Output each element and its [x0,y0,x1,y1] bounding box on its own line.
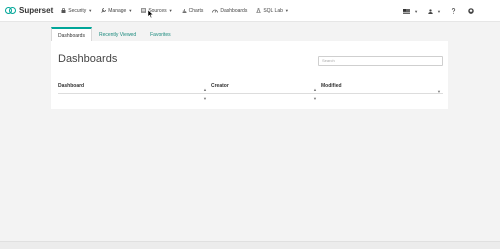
sort-icon[interactable]: ▲ ▼ [313,85,317,103]
nav-security-label: Security [68,7,87,14]
user-menu[interactable]: ▼ [428,9,441,14]
chevron-down-icon: ▼ [284,8,289,13]
tab-recently-viewed[interactable]: Recently Viewed [92,27,143,42]
chevron-down-icon: ▼ [437,8,441,14]
dashboards-panel: Dashboards Search Dashboard ▲ ▼ Creator ▲… [51,41,448,109]
nav-charts[interactable]: Charts [182,7,204,14]
chevron-down-icon: ▼ [414,8,419,14]
sort-desc-icon[interactable]: ▼ [437,87,441,96]
flask-icon [256,8,262,13]
flag-icon [403,8,411,14]
table-header: Dashboard ▲ ▼ Creator ▲ ▼ Modified ▼ [58,82,443,101]
nav-sql-lab-label: SQL Lab [263,7,283,14]
superset-logo-icon [5,7,16,14]
tab-favorites[interactable]: Favorites [143,27,178,42]
nav-dashboards-label: Dashboards [220,7,248,14]
top-navbar: Superset Security ▼ Manage ▼ Sources ▼ C… [0,0,500,22]
brand[interactable]: Superset [5,6,53,15]
column-header-dashboard[interactable]: Dashboard ▲ ▼ [58,82,209,101]
language-menu[interactable]: ▼ [403,8,419,14]
help-link[interactable] [451,8,458,14]
column-header-modified-label: Modified [321,83,342,89]
database-icon [141,8,147,13]
question-icon [451,8,456,14]
chevron-down-icon: ▼ [168,8,173,13]
column-header-creator[interactable]: Creator ▲ ▼ [209,82,319,101]
search-input[interactable]: Search [318,56,443,66]
bar-chart-icon [182,9,187,13]
nav-sql-lab[interactable]: SQL Lab ▼ [256,8,289,14]
dashboard-icon [212,9,219,13]
nav-dashboards[interactable]: Dashboards [212,8,247,14]
column-header-modified[interactable]: Modified ▼ [319,82,443,94]
tab-dashboards[interactable]: Dashboards [51,27,92,42]
column-header-dashboard-label: Dashboard [58,83,85,89]
column-header-creator-label: Creator [211,83,229,89]
chevron-down-icon: ▼ [88,8,93,13]
nav-security[interactable]: Security ▼ [61,8,92,14]
nav-sources[interactable]: Sources ▼ [141,8,173,14]
chevron-down-icon: ▼ [128,8,133,13]
mouse-cursor-icon [148,10,154,18]
user-icon [428,8,433,14]
page-title: Dashboards [58,53,118,65]
brand-name: Superset [19,6,54,15]
lock-icon [61,8,66,13]
dashboard-tabs: Dashboards Recently Viewed Favorites [51,27,178,42]
nav-charts-label: Charts [188,7,204,14]
sort-icon[interactable]: ▲ ▼ [203,85,207,103]
nav-manage[interactable]: Manage ▼ [101,8,132,14]
github-link[interactable] [468,8,476,14]
nav-manage-label: Manage [108,7,127,14]
bottom-bar [0,241,500,249]
navbar-right: ▼ ▼ [393,0,476,22]
wrench-icon [101,8,107,13]
github-icon [468,8,474,14]
